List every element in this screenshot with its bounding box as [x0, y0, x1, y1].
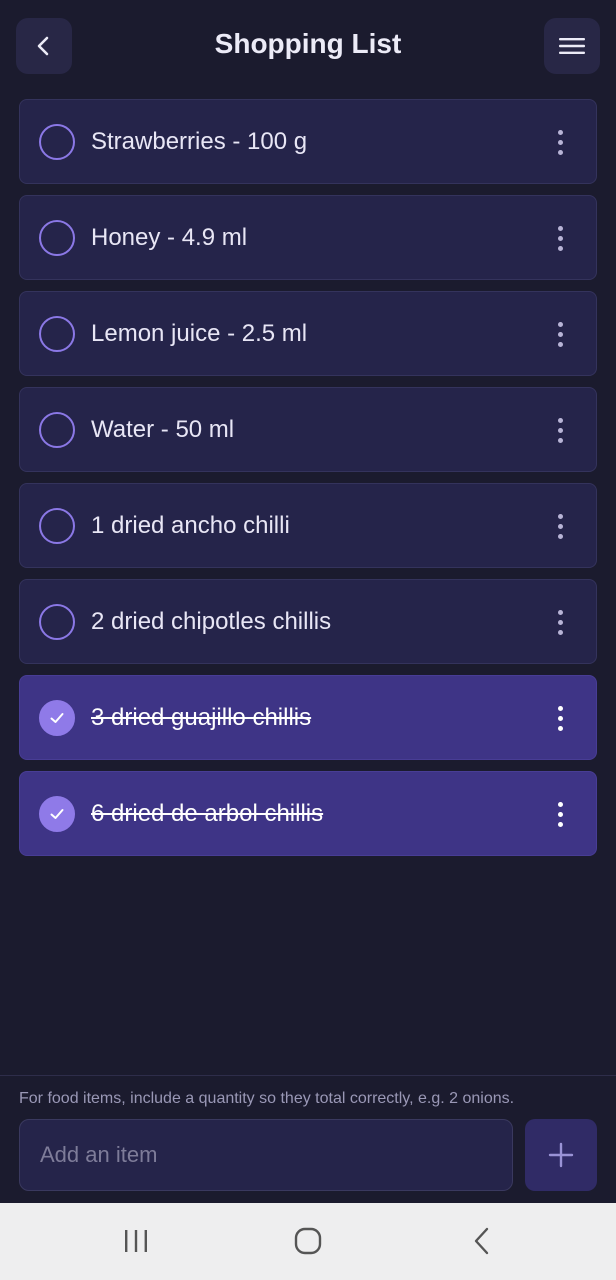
divider	[0, 1075, 616, 1076]
more-vertical-icon	[557, 129, 563, 135]
page-title: Shopping List	[214, 28, 402, 59]
more-vertical-icon	[557, 705, 563, 711]
item-label: 3 dried guajillo chillis	[91, 704, 312, 731]
list-item[interactable]: Strawberries - 100 g	[19, 99, 597, 184]
header: Shopping List	[0, 0, 616, 92]
more-vertical-icon	[557, 321, 563, 327]
checkbox[interactable]	[39, 412, 75, 448]
item-label: Lemon juice - 2.5 ml	[91, 320, 308, 347]
list-item[interactable]: 2 dried chipotles chillis	[19, 579, 597, 664]
checkbox[interactable]	[39, 124, 75, 160]
system-nav-bar	[0, 1203, 616, 1280]
item-options-button[interactable]	[546, 316, 574, 352]
item-label: 6 dried de arbol chillis	[91, 800, 324, 827]
checkmark-icon	[50, 809, 64, 819]
item-options-button[interactable]	[546, 124, 574, 160]
list-item[interactable]: Water - 50 ml	[19, 387, 597, 472]
item-options-button[interactable]	[546, 604, 574, 640]
list-item[interactable]: 1 dried ancho chilli	[19, 483, 597, 568]
recents-button[interactable]	[106, 1221, 166, 1261]
list-item[interactable]: 6 dried de arbol chillis	[19, 771, 597, 856]
checkmark-icon	[50, 713, 64, 723]
more-vertical-icon	[557, 609, 563, 615]
recents-icon	[125, 1230, 147, 1252]
more-vertical-icon	[557, 513, 563, 519]
system-back-button[interactable]	[452, 1221, 512, 1261]
quantity-hint: For food items, include a quantity so th…	[19, 1090, 515, 1107]
add-item-button[interactable]	[525, 1119, 597, 1191]
item-options-button[interactable]	[546, 508, 574, 544]
list-item[interactable]: Honey - 4.9 ml	[19, 195, 597, 280]
shopping-list: Strawberries - 100 g Honey - 4.9 ml Lemon …	[19, 99, 597, 867]
item-label: 2 dried chipotles chillis	[91, 608, 332, 635]
checkbox[interactable]	[39, 508, 75, 544]
list-item[interactable]: Lemon juice - 2.5 ml	[19, 291, 597, 376]
more-vertical-icon	[557, 225, 563, 231]
menu-button[interactable]	[544, 18, 600, 74]
item-options-button[interactable]	[546, 700, 574, 736]
more-vertical-icon	[557, 417, 563, 423]
hamburger-menu-icon	[559, 38, 585, 54]
home-icon	[294, 1227, 322, 1255]
item-options-button[interactable]	[546, 796, 574, 832]
checkbox[interactable]	[39, 316, 75, 352]
checkbox[interactable]	[39, 220, 75, 256]
checkbox[interactable]	[39, 700, 75, 736]
more-vertical-icon	[557, 801, 563, 807]
list-item[interactable]: 3 dried guajillo chillis	[19, 675, 597, 760]
item-label: Strawberries - 100 g	[91, 128, 308, 155]
home-button[interactable]	[278, 1221, 338, 1261]
plus-icon	[548, 1142, 574, 1168]
item-label: 1 dried ancho chilli	[91, 512, 290, 539]
item-options-button[interactable]	[546, 220, 574, 256]
item-options-button[interactable]	[546, 412, 574, 448]
item-label: Water - 50 ml	[91, 416, 235, 443]
checkbox[interactable]	[39, 796, 75, 832]
checkbox[interactable]	[39, 604, 75, 640]
app-root: Shopping List Strawberries - 100 g Honey …	[0, 0, 616, 1280]
add-item-input[interactable]	[19, 1119, 513, 1191]
item-label: Honey - 4.9 ml	[91, 224, 248, 251]
back-icon	[474, 1227, 489, 1255]
